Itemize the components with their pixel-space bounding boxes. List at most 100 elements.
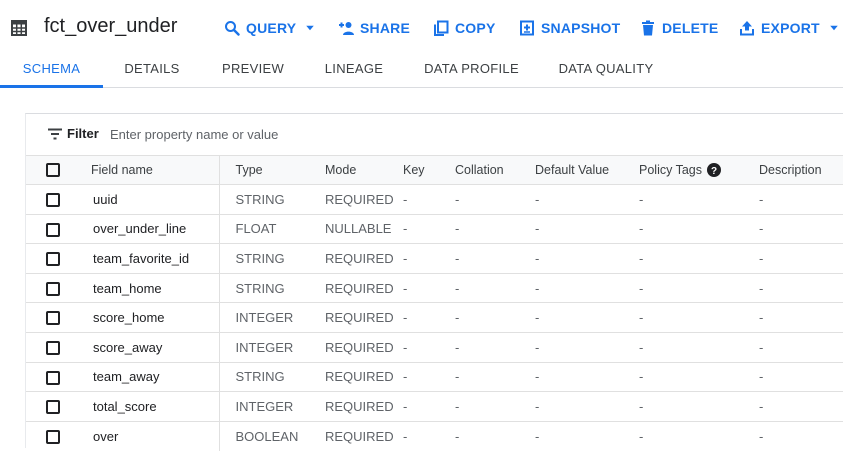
svg-text:?: ? bbox=[711, 166, 717, 177]
default-value-cell: - bbox=[535, 391, 639, 422]
person-add-icon bbox=[339, 22, 354, 35]
snapshot-button[interactable]: SNAPSHOT bbox=[519, 18, 620, 38]
policy-tags-cell: - bbox=[639, 361, 759, 392]
field-name-cell[interactable]: score_away bbox=[82, 331, 220, 363]
share-button[interactable]: SHARE bbox=[338, 18, 410, 38]
row-checkbox[interactable] bbox=[46, 252, 60, 267]
policy-tags-cell: - bbox=[639, 420, 759, 451]
row-checkbox[interactable] bbox=[46, 400, 60, 415]
key-cell: - bbox=[403, 420, 455, 451]
share-button-label: SHARE bbox=[360, 20, 411, 36]
column-header-mode[interactable]: Mode bbox=[309, 155, 403, 185]
type-cell: BOOLEAN bbox=[219, 420, 309, 451]
delete-button[interactable]: DELETE bbox=[640, 18, 718, 38]
default-value-cell: - bbox=[535, 420, 639, 451]
active-tab-indicator bbox=[0, 85, 103, 88]
filter-input[interactable] bbox=[110, 124, 410, 144]
column-header-type[interactable]: Type bbox=[219, 155, 309, 185]
copy-button[interactable]: COPY bbox=[433, 18, 495, 38]
collation-cell: - bbox=[455, 302, 535, 333]
filter-icon bbox=[48, 128, 62, 140]
tab-preview[interactable]: PREVIEW bbox=[201, 52, 305, 88]
tab-bar: SCHEMA DETAILS PREVIEW LINEAGE DATA PROF… bbox=[0, 52, 843, 88]
table-row[interactable]: team_home STRING REQUIRED - - - - - bbox=[26, 272, 843, 303]
row-checkbox[interactable] bbox=[46, 430, 60, 445]
row-checkbox[interactable] bbox=[46, 341, 60, 356]
tab-data-quality[interactable]: DATA QUALITY bbox=[540, 52, 672, 88]
table-row[interactable]: score_away INTEGER REQUIRED - - - - - bbox=[26, 331, 843, 363]
default-value-cell: - bbox=[535, 213, 639, 244]
row-checkbox-cell bbox=[26, 213, 82, 244]
delete-button-label: DELETE bbox=[662, 20, 719, 36]
help-icon[interactable]: ? bbox=[707, 163, 721, 178]
policy-tags-label: Policy Tags bbox=[639, 162, 702, 177]
tab-details[interactable]: DETAILS bbox=[103, 52, 201, 88]
collation-cell: - bbox=[455, 391, 535, 422]
default-value-cell: - bbox=[535, 184, 639, 215]
field-name-cell[interactable]: team_away bbox=[82, 361, 220, 392]
default-value-cell: - bbox=[535, 302, 639, 333]
column-header-collation[interactable]: Collation bbox=[455, 155, 535, 185]
collation-cell: - bbox=[455, 243, 535, 274]
row-checkbox[interactable] bbox=[46, 311, 60, 326]
type-cell: FLOAT bbox=[219, 213, 309, 244]
filter-bar: Filter bbox=[26, 114, 843, 155]
field-name-cell[interactable]: total_score bbox=[82, 391, 220, 422]
row-checkbox[interactable] bbox=[46, 370, 60, 385]
row-checkbox-cell bbox=[26, 331, 82, 363]
type-cell: INTEGER bbox=[219, 391, 309, 422]
mode-cell: REQUIRED bbox=[309, 272, 403, 303]
mode-cell: REQUIRED bbox=[309, 184, 403, 215]
table-row[interactable]: total_score INTEGER REQUIRED - - - - - bbox=[26, 391, 843, 422]
tab-data-profile[interactable]: DATA PROFILE bbox=[403, 52, 540, 88]
snapshot-icon bbox=[520, 20, 534, 36]
column-header-default-value[interactable]: Default Value bbox=[535, 155, 639, 185]
schema-panel: Filter Field name Type Mode Key Collatio… bbox=[25, 113, 843, 451]
key-cell: - bbox=[403, 213, 455, 244]
tab-lineage[interactable]: LINEAGE bbox=[305, 52, 403, 88]
export-button[interactable]: EXPORT bbox=[739, 18, 840, 38]
default-value-cell: - bbox=[535, 331, 639, 363]
row-checkbox[interactable] bbox=[46, 222, 60, 237]
key-cell: - bbox=[403, 184, 455, 215]
description-cell: - bbox=[759, 391, 843, 422]
query-button[interactable]: QUERY bbox=[224, 18, 316, 38]
tab-schema[interactable]: SCHEMA bbox=[0, 52, 103, 88]
page-title: fct_over_under bbox=[44, 15, 178, 37]
column-header-field-name[interactable]: Field name bbox=[82, 155, 220, 185]
table-row[interactable]: team_favorite_id STRING REQUIRED - - - - - bbox=[26, 243, 843, 274]
key-cell: - bbox=[403, 272, 455, 303]
column-header-policy-tags[interactable]: Policy Tags? bbox=[639, 155, 759, 185]
policy-tags-cell: - bbox=[639, 243, 759, 274]
collation-cell: - bbox=[455, 184, 535, 215]
table-row[interactable]: team_away STRING REQUIRED - - - - - bbox=[26, 361, 843, 392]
select-all-cell bbox=[26, 155, 82, 185]
trash-icon bbox=[642, 20, 654, 36]
search-icon bbox=[225, 21, 240, 36]
upload-icon bbox=[740, 21, 754, 36]
field-name-cell[interactable]: over bbox=[82, 420, 220, 451]
field-name-cell[interactable]: team_favorite_id bbox=[82, 243, 220, 274]
table-row[interactable]: over BOOLEAN REQUIRED - - - - - bbox=[26, 420, 843, 451]
table-row[interactable]: score_home INTEGER REQUIRED - - - - - bbox=[26, 302, 843, 333]
field-name-cell[interactable]: score_home bbox=[82, 302, 220, 333]
row-checkbox[interactable] bbox=[46, 281, 60, 296]
field-name-cell[interactable]: uuid bbox=[82, 184, 220, 215]
type-cell: STRING bbox=[219, 361, 309, 392]
column-header-description[interactable]: Description bbox=[759, 155, 843, 185]
key-cell: - bbox=[403, 331, 455, 363]
select-all-checkbox[interactable] bbox=[46, 163, 60, 178]
export-button-label: EXPORT bbox=[761, 20, 820, 36]
collation-cell: - bbox=[455, 420, 535, 451]
field-name-cell[interactable]: team_home bbox=[82, 272, 220, 303]
type-cell: INTEGER bbox=[219, 331, 309, 363]
collation-cell: - bbox=[455, 272, 535, 303]
chevron-down-icon bbox=[306, 25, 315, 31]
row-checkbox[interactable] bbox=[46, 193, 60, 208]
field-name-cell[interactable]: over_under_line bbox=[82, 213, 220, 244]
row-checkbox-cell bbox=[26, 361, 82, 392]
table-row[interactable]: uuid STRING REQUIRED - - - - - bbox=[26, 184, 843, 215]
table-row[interactable]: over_under_line FLOAT NULLABLE - - - - - bbox=[26, 213, 843, 244]
column-header-key[interactable]: Key bbox=[403, 155, 455, 185]
snapshot-button-label: SNAPSHOT bbox=[541, 20, 621, 36]
